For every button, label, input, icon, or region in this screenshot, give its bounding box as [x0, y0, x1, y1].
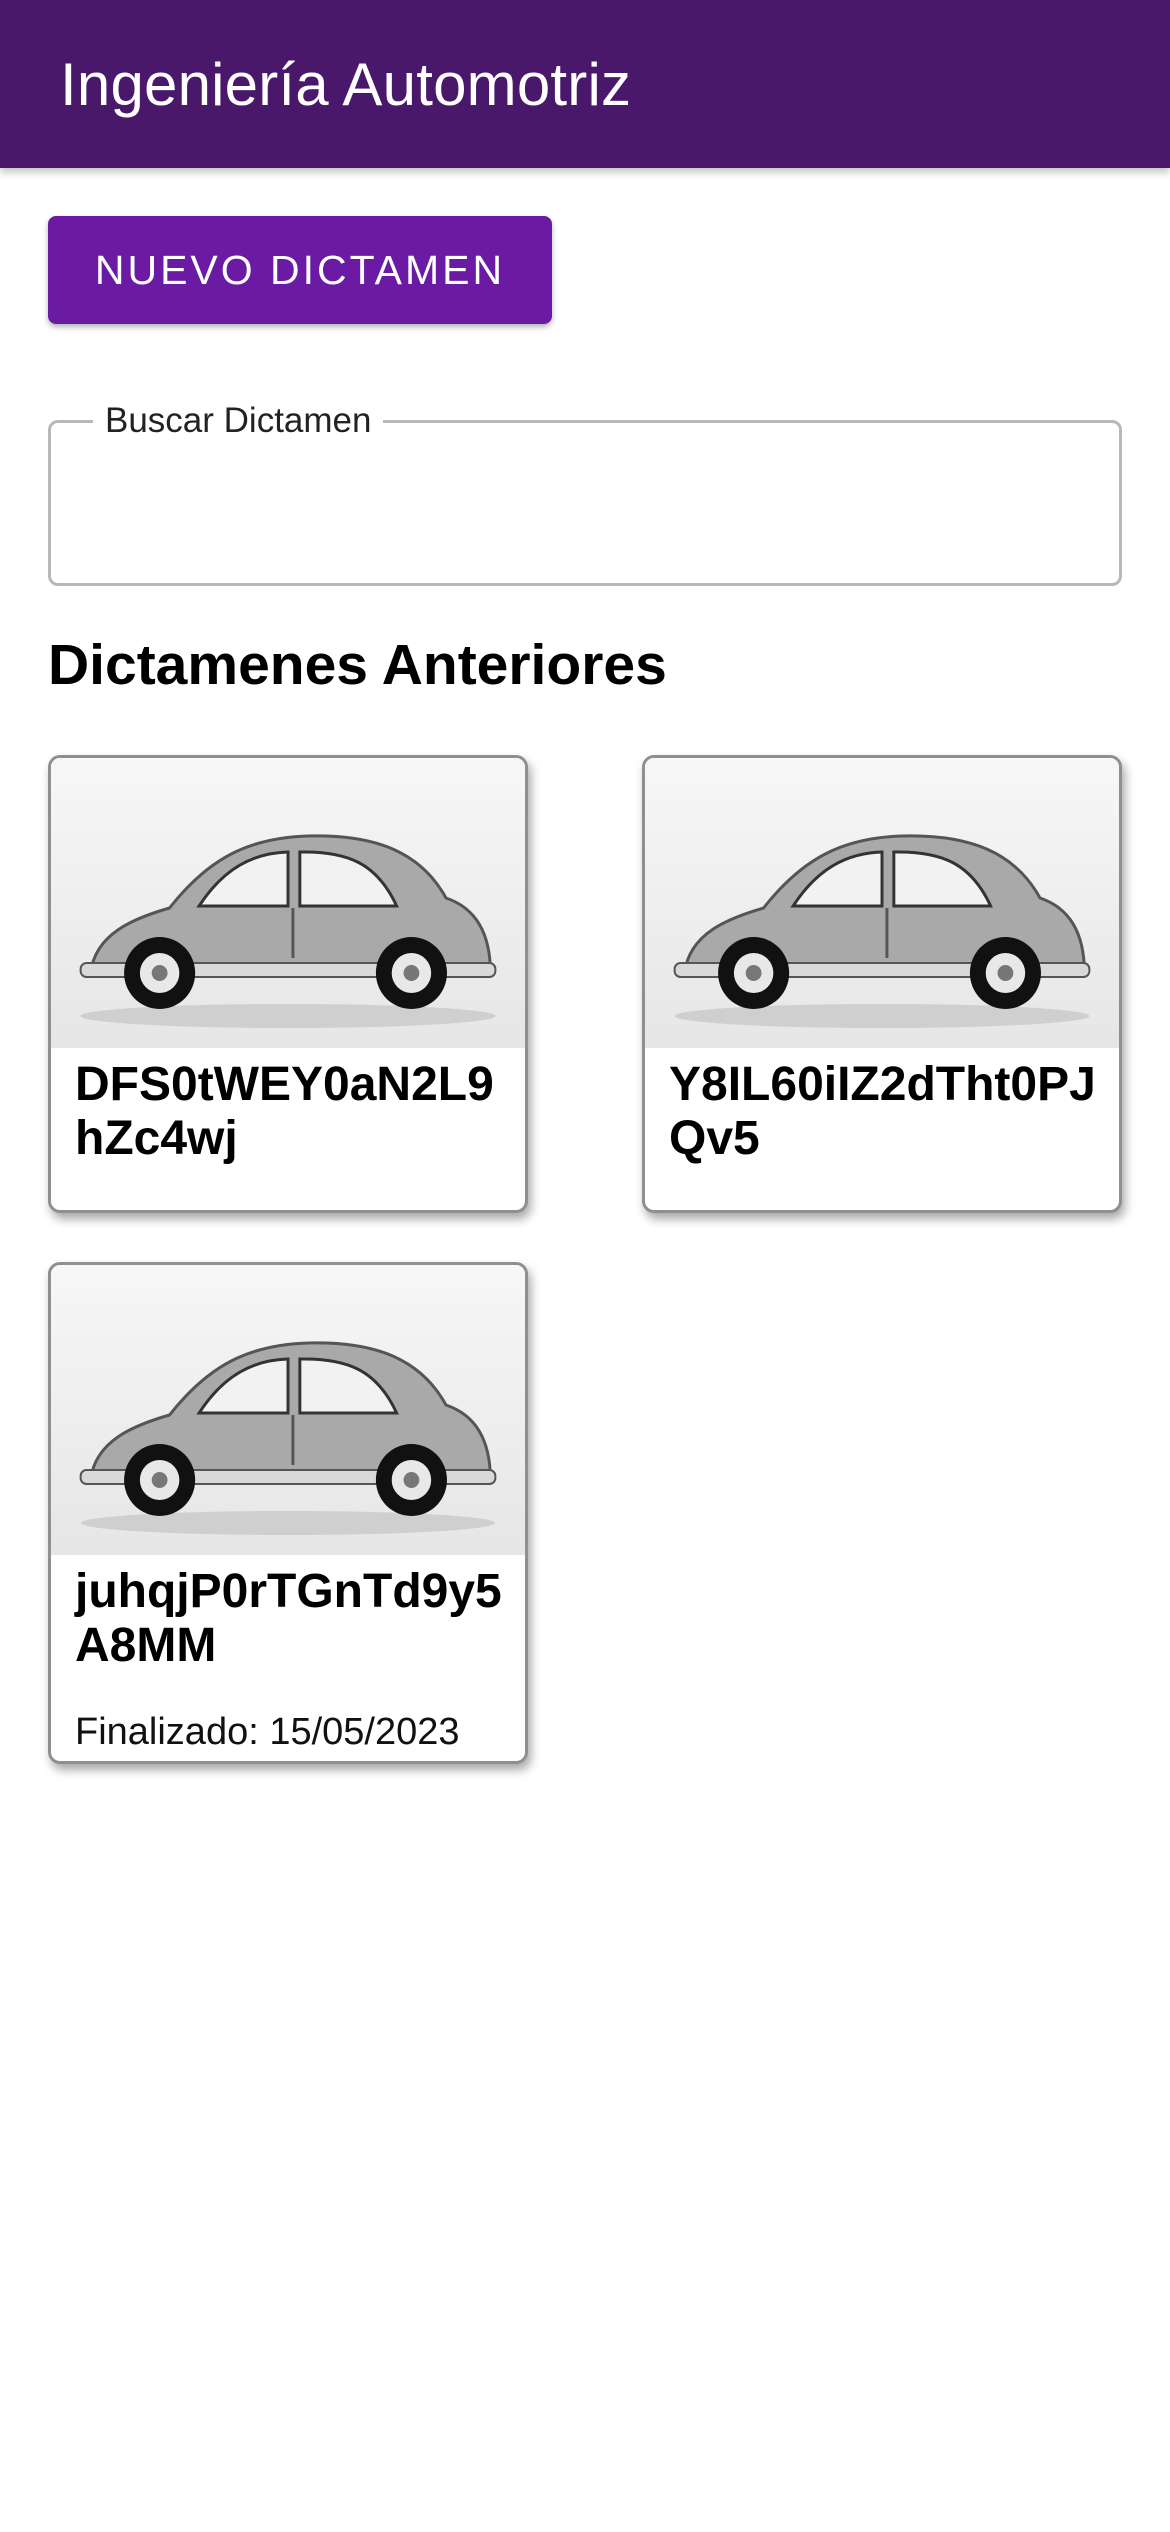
search-field[interactable]: Buscar Dictamen	[48, 401, 1122, 586]
new-dictamen-button[interactable]: NUEVO DICTAMEN	[48, 216, 552, 324]
search-input[interactable]	[71, 463, 1099, 553]
section-title: Dictamenes Anteriores	[48, 633, 667, 697]
dictamen-id: Y8IL60iIZ2dTht0PJQv5	[669, 1058, 1096, 1165]
app-bar: Ingeniería Automotriz	[0, 0, 1170, 168]
dictamen-card[interactable]: DFS0tWEY0aN2L9hZc4wj	[48, 755, 528, 1213]
car-image	[51, 1265, 525, 1555]
dictamen-id: juhqjP0rTGnTd9y5A8MM	[75, 1565, 502, 1672]
dictamen-card[interactable]: Y8IL60iIZ2dTht0PJQv5	[642, 755, 1122, 1213]
car-image	[51, 758, 525, 1048]
dictamen-status: Finalizado: 15/05/2023	[75, 1711, 460, 1753]
app-title: Ingeniería Automotriz	[60, 51, 632, 118]
car-image	[645, 758, 1119, 1048]
dictamen-card[interactable]: juhqjP0rTGnTd9y5A8MM Finalizado: 15/05/2…	[48, 1262, 528, 1764]
dictamen-id: DFS0tWEY0aN2L9hZc4wj	[75, 1058, 494, 1165]
search-label: Buscar Dictamen	[93, 401, 384, 441]
